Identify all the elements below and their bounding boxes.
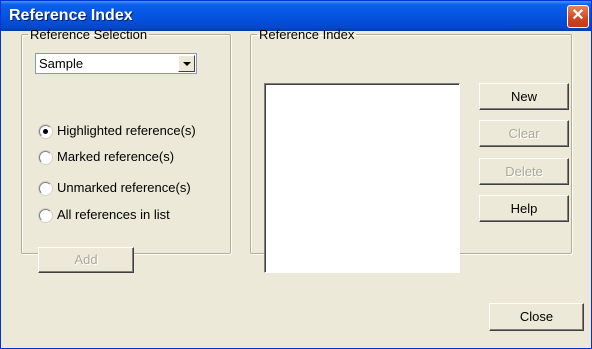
dialog-window: Reference Index ✕ Reference Selection Sa…: [0, 0, 592, 349]
radio-button[interactable]: [39, 151, 52, 164]
radio-label: Marked reference(s): [57, 149, 175, 164]
reference-index-legend: Reference Index: [259, 27, 355, 42]
close-icon[interactable]: ✕: [567, 5, 589, 28]
dropdown-value: Sample: [39, 56, 84, 71]
radio-button[interactable]: [39, 125, 52, 138]
reference-index-list[interactable]: [264, 83, 460, 273]
clear-button[interactable]: Clear: [479, 120, 569, 147]
radio-button[interactable]: [39, 182, 52, 195]
radio-label: Unmarked reference(s): [57, 180, 191, 195]
reference-source-dropdown[interactable]: Sample: [35, 53, 197, 74]
radio-label: Highlighted reference(s): [57, 123, 196, 138]
add-button[interactable]: Add: [38, 247, 134, 273]
reference-selection-legend: Reference Selection: [30, 27, 148, 42]
chevron-down-icon[interactable]: [178, 55, 195, 72]
window-title: Reference Index: [9, 7, 133, 24]
radio-button[interactable]: [39, 209, 52, 222]
radio-label: All references in list: [57, 207, 170, 222]
new-button[interactable]: New: [479, 83, 569, 110]
help-button[interactable]: Help: [479, 195, 569, 222]
close-button[interactable]: Close: [489, 303, 584, 331]
delete-button[interactable]: Delete: [479, 158, 569, 185]
